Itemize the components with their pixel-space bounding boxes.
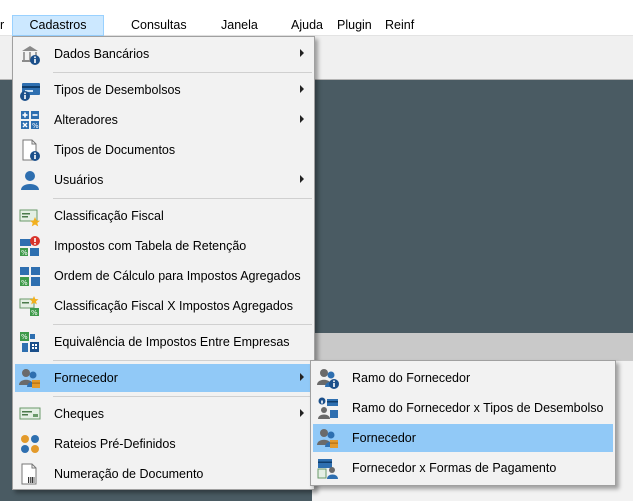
menu-item-label: Dados Bancários [54,47,150,61]
menu-item-label: Fornecedor [352,431,416,445]
fiscal-classification-icon [19,209,40,227]
menu-item-classificacao-fiscal-impostos[interactable]: % Classificação Fiscal X Impostos Agrega… [15,292,312,320]
tax-calc-order-icon: % [20,267,40,287]
svg-text:%: % [21,279,28,287]
menu-item-label: Fornecedor x Formas de Pagamento [352,461,557,475]
document-info-icon [22,139,40,161]
cheque-icon [19,407,41,420]
payment-types-icon [20,83,40,101]
tax-retention-icon: % [20,236,40,257]
supplier-icon [317,429,338,448]
inner-window-titlebar [312,333,633,361]
user-icon [21,171,39,190]
menu-item-numeracao-documento[interactable]: Numeração de Documento [15,460,312,488]
submenu-item-fornecedor-formas-pagamento[interactable]: Fornecedor x Formas de Pagamento [313,454,613,482]
supplier-branch-payment-icon [318,397,338,419]
menu-item-label: Ramo do Fornecedor x Tipos de Desembolso [352,401,604,415]
submenu-arrow-icon [300,115,304,123]
menu-item-impostos-retencao[interactable]: % Impostos com Tabela de Retenção [15,232,312,260]
menu-item-usuarios[interactable]: Usuários [15,166,312,194]
cadastros-menu: Dados Bancários Tipos de Desembolsos % A… [12,36,315,490]
submenu-arrow-icon [300,373,304,381]
menu-item-label: Ordem de Cálculo para Impostos Agregados [54,269,301,283]
menu-separator [53,360,312,361]
calculator-icon: % [21,111,39,130]
menu-item-label: Equivalência de Impostos Entre Empresas [54,335,290,349]
menu-item-equivalencia-impostos[interactable]: % Equivalência de Impostos Entre Empresa… [15,328,312,356]
submenu-item-ramo-fornecedor[interactable]: Ramo do Fornecedor [313,364,613,392]
menu-bar: r Cadastros Consultas Janela Ajuda Plugi… [0,15,633,36]
menu-item-ordem-calculo[interactable]: % Ordem de Cálculo para Impostos Agregad… [15,262,312,290]
menu-item-label: Fornecedor [54,371,118,385]
svg-text:%: % [21,333,28,341]
menu-item-clipped[interactable]: r [0,15,4,36]
menu-item-dados-bancarios[interactable]: Dados Bancários [15,40,312,68]
svg-text:%: % [32,122,39,130]
menu-item-tipos-desembolsos[interactable]: Tipos de Desembolsos [15,76,312,104]
menu-item-label: Cheques [54,407,105,421]
menu-item-label: Alteradores [54,113,118,127]
menu-item-label: Rateios Pré-Definidos [54,437,176,451]
menu-item-label: Usuários [54,173,104,187]
supplier-payment-forms-icon [317,459,338,479]
menu-item-label: Classificação Fiscal X Impostos Agregado… [54,299,293,313]
menu-item-label: Tipos de Documentos [54,143,176,157]
submenu-arrow-icon [300,175,304,183]
menu-item-reinf[interactable]: Reinf [385,15,414,36]
tax-equivalence-icon: % [20,332,39,352]
submenu-arrow-icon [300,49,304,57]
svg-text:%: % [31,309,38,317]
menu-item-plugin[interactable]: Plugin [337,15,372,36]
submenu-arrow-icon [300,409,304,417]
submenu-item-ramo-fornecedor-desembolso[interactable]: Ramo do Fornecedor x Tipos de Desembolso [313,394,613,422]
menu-separator [53,72,312,73]
menu-item-alteradores[interactable]: % Alteradores [15,106,312,134]
menu-item-cheques[interactable]: Cheques [15,400,312,428]
svg-text:%: % [21,249,28,257]
menu-item-tipos-documentos[interactable]: Tipos de Documentos [15,136,312,164]
allocation-icon [21,435,39,453]
menu-item-label: Classificação Fiscal [54,209,164,223]
fiscal-tax-icon: % [19,296,39,317]
submenu-item-fornecedor[interactable]: Fornecedor [313,424,613,452]
menu-item-cadastros[interactable]: Cadastros [12,15,104,36]
supplier-icon [19,369,40,388]
document-number-icon [21,463,37,485]
menu-separator [53,324,312,325]
menu-item-ajuda[interactable]: Ajuda [291,15,323,36]
supplier-branch-icon [317,369,339,389]
menu-separator [53,198,312,199]
menu-separator [53,396,312,397]
menu-item-classificacao-fiscal[interactable]: Classificação Fiscal [15,202,312,230]
fornecedor-submenu: Ramo do Fornecedor Ramo do Fornecedor x … [310,360,616,486]
menu-item-rateios[interactable]: Rateios Pré-Definidos [15,430,312,458]
menu-item-janela[interactable]: Janela [221,15,258,36]
menu-item-label: Ramo do Fornecedor [352,371,471,385]
submenu-arrow-icon [300,85,304,93]
menu-item-label: Tipos de Desembolsos [54,83,181,97]
menu-item-label: Impostos com Tabela de Retenção [54,239,247,253]
menu-item-label: Numeração de Documento [54,467,204,481]
menu-item-consultas[interactable]: Consultas [131,15,187,36]
menu-item-fornecedor[interactable]: Fornecedor [15,364,312,392]
bank-info-icon [22,46,40,65]
